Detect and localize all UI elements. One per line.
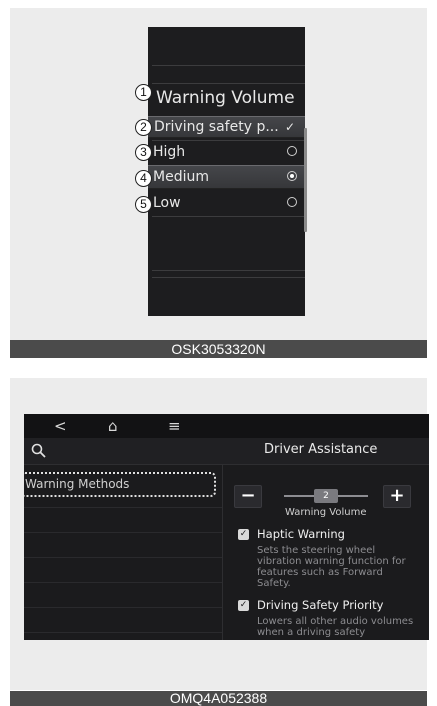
divider: [24, 582, 222, 583]
separator: [152, 216, 305, 217]
low-option[interactable]: Low: [148, 191, 305, 215]
menu-item-warning-methods[interactable]: Warning Methods: [24, 472, 216, 497]
driving-safety-priority-item[interactable]: Driving safety p... ✓: [148, 116, 305, 138]
volume-increase-button[interactable]: +: [383, 485, 411, 508]
separator: [152, 270, 305, 271]
menu-icon[interactable]: ≡: [168, 414, 181, 438]
divider: [24, 532, 222, 533]
haptic-warning-checkbox[interactable]: ✓: [238, 529, 249, 540]
radio-unselected-icon: [287, 146, 297, 156]
volume-slider-knob[interactable]: 2: [314, 489, 338, 503]
item-label: Driving safety p...: [154, 119, 279, 135]
driver-assistance-screen: < ⌂ ≡ Driver Assistance Warning Methods …: [24, 414, 429, 640]
warning-volume-title: Warning Volume: [156, 88, 295, 108]
driving-safety-priority-description: Lowers all other audio volumes when a dr…: [257, 616, 414, 638]
driving-safety-priority-checkbox[interactable]: ✓: [238, 600, 249, 611]
home-icon[interactable]: ⌂: [108, 414, 118, 438]
haptic-warning-description: Sets the steering wheel vibration warnin…: [257, 545, 406, 589]
separator: [152, 65, 305, 66]
page-title: Driver Assistance: [264, 442, 378, 457]
pane-divider: [222, 465, 223, 640]
checkmark-icon: ✓: [285, 120, 296, 134]
figure-1-caption: OSK3053320N: [10, 340, 427, 358]
divider: [24, 607, 222, 608]
divider: [24, 632, 222, 633]
item-label: High: [153, 144, 186, 160]
callout-marker: 2: [135, 119, 152, 136]
search-icon[interactable]: [31, 443, 47, 459]
back-icon[interactable]: <: [54, 414, 67, 438]
figure-2-caption: OMQ4A052388: [10, 691, 427, 706]
item-label: Low: [153, 195, 181, 211]
haptic-warning-title: Haptic Warning: [257, 527, 345, 541]
callout-marker: 1: [135, 84, 152, 101]
divider: [24, 507, 222, 508]
radio-unselected-icon: [287, 197, 297, 207]
high-option[interactable]: High: [148, 140, 305, 164]
warning-volume-screen: Warning Volume Driving safety p... ✓ Hig…: [148, 27, 305, 316]
separator: [152, 277, 305, 278]
top-bar: < ⌂ ≡: [24, 414, 429, 438]
item-label: Medium: [153, 169, 209, 185]
driving-safety-priority-title: Driving Safety Priority: [257, 598, 384, 612]
volume-decrease-button[interactable]: −: [234, 485, 262, 508]
medium-option[interactable]: Medium: [148, 165, 305, 189]
callout-marker: 3: [135, 144, 152, 161]
divider: [24, 557, 222, 558]
warning-volume-title-row: Warning Volume: [148, 83, 305, 113]
callout-marker: 4: [135, 170, 152, 187]
radio-selected-icon: [287, 171, 297, 181]
scrollbar[interactable]: [304, 128, 307, 232]
warning-volume-label: Warning Volume: [285, 507, 367, 518]
callout-marker: 5: [135, 196, 152, 213]
header: Driver Assistance: [24, 438, 429, 465]
